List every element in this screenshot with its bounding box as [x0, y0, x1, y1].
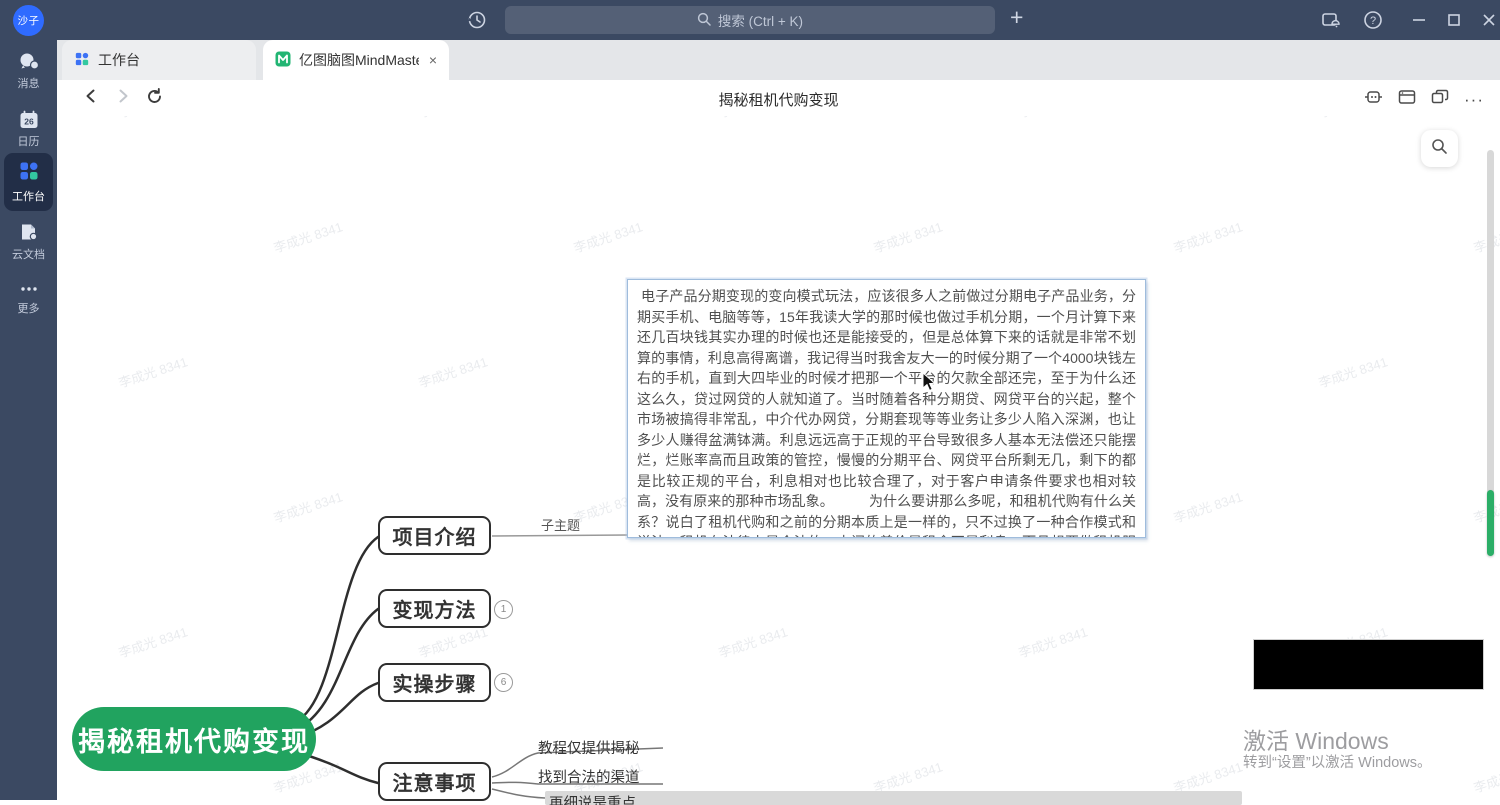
sidebar-item-messages[interactable]: 消息 [0, 75, 57, 91]
tab-strip: 工作台 亿图脑图MindMaster × [57, 40, 1500, 80]
search-icon [1431, 138, 1448, 160]
maximize-button[interactable] [1445, 11, 1463, 34]
help-icon[interactable]: ? [1362, 9, 1384, 36]
mindmaster-tab-icon [275, 51, 291, 70]
search-icon [697, 12, 711, 29]
redacted-black-box [1253, 639, 1484, 690]
history-icon[interactable] [466, 9, 488, 36]
new-tab-button[interactable]: + [1010, 4, 1023, 31]
mindmap-node-monetization[interactable]: 变现方法 [378, 589, 491, 628]
svg-text:26: 26 [24, 117, 34, 127]
mindmap-node-notes[interactable]: 注意事项 [378, 762, 491, 801]
browser-window-icon[interactable] [1398, 89, 1416, 110]
tab-label: 工作台 [98, 50, 140, 70]
avatar[interactable]: 沙子 [13, 5, 44, 36]
announcement-icon[interactable] [1320, 9, 1342, 36]
sidebar-item-workbench[interactable]: 工作台 [0, 188, 57, 204]
mindmap-subtopic[interactable]: 找到合法的渠道 [538, 766, 640, 787]
collapsed-count-badge[interactable]: 6 [494, 673, 513, 692]
mindmap-subtopic-selected[interactable]: 再细说是重点 [545, 791, 1242, 805]
sidebar-item-cloud-docs[interactable]: 云文档 [0, 246, 57, 262]
sidebar-item-more[interactable]: 更多 [0, 300, 57, 316]
search-input[interactable]: 搜索 (Ctrl + K) [505, 6, 995, 34]
mindmap-node-steps[interactable]: 实操步骤 [378, 663, 491, 702]
workbench-tab-icon [74, 51, 90, 70]
minimize-button[interactable] [1410, 11, 1428, 34]
refresh-icon[interactable] [146, 88, 163, 110]
search-placeholder: 搜索 (Ctrl + K) [718, 10, 803, 30]
canvas-search-button[interactable] [1421, 130, 1458, 167]
tab-label: 亿图脑图MindMaster [299, 50, 419, 70]
svg-text:?: ? [1370, 15, 1376, 27]
page-title: 揭秘租机代购变现 [57, 89, 1500, 110]
ai-assistant-icon[interactable] [1364, 88, 1383, 111]
scrollbar-track[interactable] [1487, 150, 1494, 497]
activate-windows-subtitle: 转到“设置”以激活 Windows。 [1243, 751, 1432, 772]
multi-window-icon[interactable] [1431, 89, 1449, 110]
sidebar-item-calendar[interactable]: 日历 [0, 133, 57, 149]
messages-icon[interactable] [0, 52, 57, 72]
workbench-icon[interactable] [0, 160, 57, 182]
tab-close-icon[interactable]: × [429, 52, 437, 68]
calendar-icon[interactable]: 26 [0, 110, 57, 130]
cloud-docs-icon[interactable] [0, 222, 57, 242]
mindmap-note-textbox[interactable]: 电子产品分期变现的变向模式玩法，应该很多人之前做过分期电子产品业务，分期买手机、… [627, 279, 1146, 538]
more-icon[interactable] [0, 282, 57, 296]
mindmap-node-project-intro[interactable]: 项目介绍 [378, 516, 491, 555]
mindmap-subtopic[interactable]: 教程仅提供揭秘 [538, 737, 640, 758]
scrollbar-thumb[interactable] [1487, 490, 1494, 556]
collapsed-count-badge[interactable]: 1 [494, 600, 513, 619]
tab-mindmaster[interactable]: 亿图脑图MindMaster × [263, 40, 449, 80]
more-options-icon[interactable]: ··· [1464, 92, 1484, 108]
forward-icon[interactable] [115, 88, 131, 109]
subtopic-placeholder-label[interactable]: 子主题 [541, 515, 580, 534]
mindmap-root-node[interactable]: 揭秘租机代购变现 [72, 707, 316, 771]
back-icon[interactable] [83, 88, 99, 109]
tab-workbench[interactable]: 工作台 [62, 40, 256, 80]
close-button[interactable] [1480, 11, 1498, 34]
mouse-cursor [922, 372, 936, 397]
